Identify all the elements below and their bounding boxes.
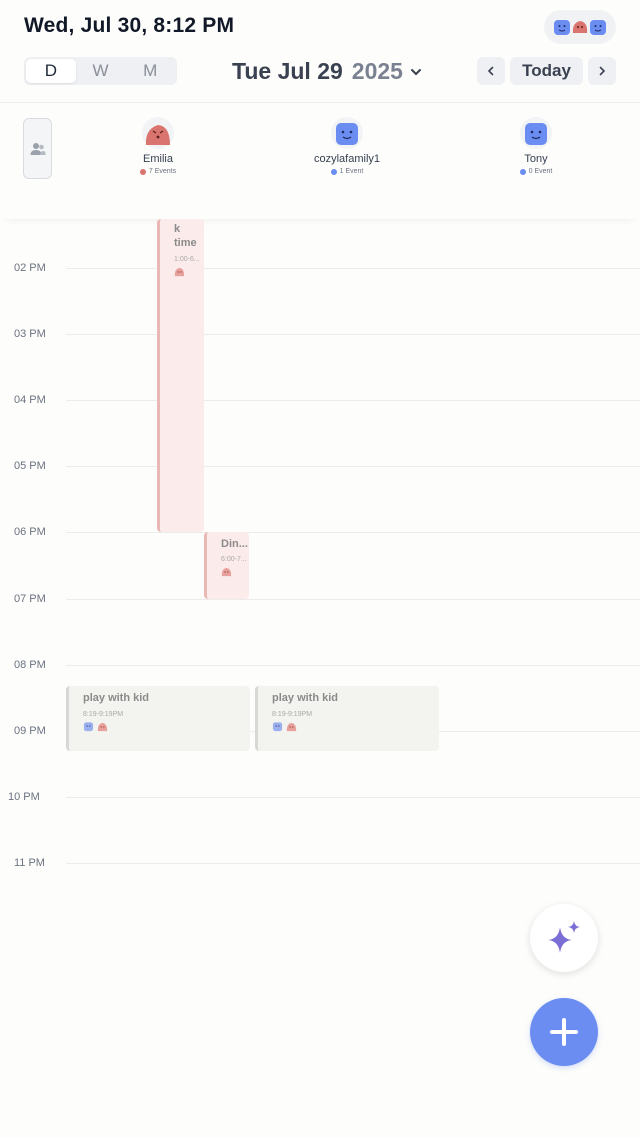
event-card[interactable]: play with kid 8:19-9:19PM	[255, 686, 439, 751]
blue-square-avatar-icon	[520, 117, 552, 149]
hour-gridline	[66, 400, 640, 401]
plus-icon	[550, 1018, 578, 1046]
event-participants	[174, 266, 204, 277]
member-color-dot	[330, 168, 337, 175]
hour-label: 06 PM	[14, 526, 46, 538]
member-event-count: 1 Event	[330, 168, 363, 175]
event-card[interactable]: play with kid 8:19-9:19PM	[66, 686, 250, 751]
pink-avatar-icon	[572, 21, 588, 33]
blue-avatar-icon	[554, 20, 570, 35]
event-card[interactable]: k time 1:00-6...	[157, 219, 204, 532]
blue-avatar-icon	[590, 20, 606, 35]
chevron-down-icon	[410, 68, 421, 75]
blue-avatar-icon	[83, 722, 94, 732]
hour-label: 09 PM	[14, 725, 46, 737]
hour-label: 02 PM	[14, 262, 46, 274]
previous-day-button[interactable]	[477, 57, 505, 85]
member-tony[interactable]: Tony 0 Event	[476, 117, 596, 175]
pink-blob-avatar-icon	[142, 117, 174, 149]
members-row: Emilia 7 Events cozylafamily1 1 Event To…	[0, 103, 640, 219]
add-event-button[interactable]	[530, 998, 598, 1066]
event-title: k	[174, 223, 181, 235]
hour-label: 10 PM	[8, 791, 40, 803]
sparkle-icon	[548, 921, 580, 953]
group-filter-button[interactable]	[23, 118, 52, 179]
event-participants	[83, 721, 250, 732]
event-time: 8:19-9:19PM	[83, 711, 124, 718]
event-time: 6:00-7...	[221, 556, 247, 563]
group-icon	[30, 142, 46, 155]
pink-avatar-icon	[97, 722, 108, 732]
blue-avatar-icon	[272, 722, 283, 732]
pink-avatar-icon	[174, 267, 185, 277]
hour-gridline	[66, 334, 640, 335]
chevron-left-icon	[487, 66, 494, 76]
day-timeline[interactable]: 02 PM 03 PM 04 PM 05 PM 06 PM 07 PM 08 P…	[0, 219, 640, 1138]
member-color-dot	[519, 168, 526, 175]
event-title: time	[174, 237, 197, 249]
hour-label: 04 PM	[14, 394, 46, 406]
member-cozylafamily1[interactable]: cozylafamily1 1 Event	[287, 117, 407, 175]
hour-gridline	[66, 797, 640, 798]
hour-label: 05 PM	[14, 460, 46, 472]
hour-gridline	[66, 466, 640, 467]
today-button[interactable]: Today	[510, 57, 583, 85]
member-name: cozylafamily1	[313, 153, 381, 165]
event-title: Din...	[221, 538, 248, 550]
hour-gridline	[66, 863, 640, 864]
hour-gridline	[66, 532, 640, 533]
event-title: play with kid	[272, 692, 339, 704]
event-card[interactable]: Din... 6:00-7...	[204, 532, 249, 599]
view-toggle: D W M	[24, 57, 177, 85]
ai-assistant-button[interactable]	[530, 904, 598, 972]
date-picker-button[interactable]: Tue Jul 29 2025	[232, 58, 423, 85]
current-date: Tue Jul 29	[232, 58, 343, 84]
member-event-count: 0 Event	[519, 168, 552, 175]
hour-gridline	[66, 599, 640, 600]
view-month-button[interactable]: M	[125, 59, 175, 83]
event-title: play with kid	[83, 692, 150, 704]
event-participants	[221, 566, 249, 577]
pink-avatar-icon	[221, 567, 232, 577]
hour-label: 07 PM	[14, 593, 46, 605]
event-time: 1:00-6...	[174, 256, 200, 263]
pink-avatar-icon	[286, 722, 297, 732]
member-event-count: 7 Events	[139, 168, 176, 175]
hour-label: 11 PM	[14, 857, 45, 869]
hour-label: 03 PM	[14, 328, 46, 340]
member-name: Tony	[524, 153, 548, 165]
event-time: 8:19-9:19PM	[272, 711, 313, 718]
member-color-dot	[139, 168, 146, 175]
blue-square-avatar-icon	[331, 117, 363, 149]
event-participants	[272, 721, 439, 732]
view-week-button[interactable]: W	[76, 59, 126, 83]
chevron-right-icon	[599, 66, 606, 76]
member-emilia[interactable]: Emilia 7 Events	[98, 117, 218, 175]
hour-gridline	[66, 268, 640, 269]
view-day-button[interactable]: D	[26, 59, 76, 83]
next-day-button[interactable]	[588, 57, 616, 85]
hour-label: 08 PM	[14, 659, 46, 671]
family-avatars-button[interactable]	[544, 10, 616, 44]
hour-gridline	[66, 665, 640, 666]
member-name: Emilia	[143, 153, 173, 165]
current-year: 2025	[351, 58, 403, 84]
status-datetime: Wed, Jul 30, 8:12 PM	[24, 14, 235, 37]
